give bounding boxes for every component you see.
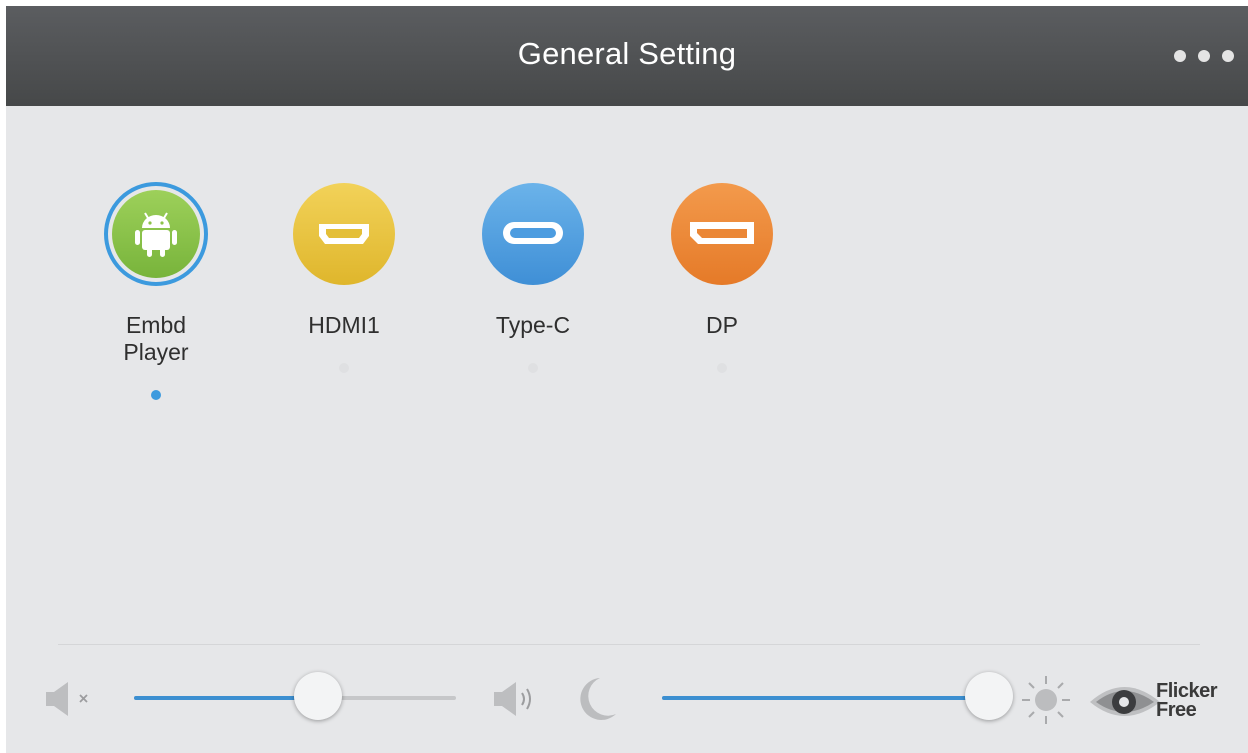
page-title: General Setting (517, 36, 737, 71)
flicker-free-line1: Flicker (1156, 680, 1217, 702)
hdmi-port-icon (292, 182, 396, 286)
divider (58, 644, 1200, 645)
general-setting-window: General Setting Embd Player HDMI1 Type-C… (6, 6, 1248, 753)
source-label: Type-C (495, 312, 571, 338)
eye-icon (1090, 687, 1160, 716)
more-horizontal-icon (1174, 50, 1186, 62)
speaker-loud-icon[interactable] (492, 682, 542, 716)
moon-icon[interactable] (574, 676, 618, 722)
source-label: Embd Player (123, 312, 189, 365)
selected-indicator (339, 363, 349, 373)
selected-indicator (717, 363, 727, 373)
more-options-button[interactable] (1174, 44, 1234, 68)
android-icon (104, 182, 208, 286)
volume-slider[interactable] (134, 672, 456, 720)
volume-fill (134, 696, 318, 700)
source-hdmi1[interactable]: HDMI1 (279, 182, 409, 373)
source-type-c[interactable]: Type-C (468, 182, 598, 373)
volume-thumb[interactable] (293, 672, 342, 720)
sun-icon[interactable] (1020, 674, 1072, 726)
more-dot (1198, 50, 1210, 62)
speaker-mute-icon[interactable] (44, 682, 94, 716)
source-label: DP (706, 312, 738, 338)
selected-indicator (528, 363, 538, 373)
title-bar: General Setting (6, 6, 1248, 106)
brightness-slider[interactable] (662, 672, 1013, 720)
flicker-free-line2: Free (1156, 699, 1197, 721)
displayport-icon (670, 182, 774, 286)
brightness-fill (662, 696, 989, 700)
source-dp[interactable]: DP (657, 182, 787, 373)
brightness-thumb[interactable] (964, 672, 1013, 720)
source-embd-player[interactable]: Embd Player (91, 182, 221, 400)
selected-indicator (151, 390, 161, 400)
usb-type-c-icon (481, 182, 585, 286)
source-label: HDMI1 (308, 312, 380, 338)
more-dot (1222, 50, 1234, 62)
